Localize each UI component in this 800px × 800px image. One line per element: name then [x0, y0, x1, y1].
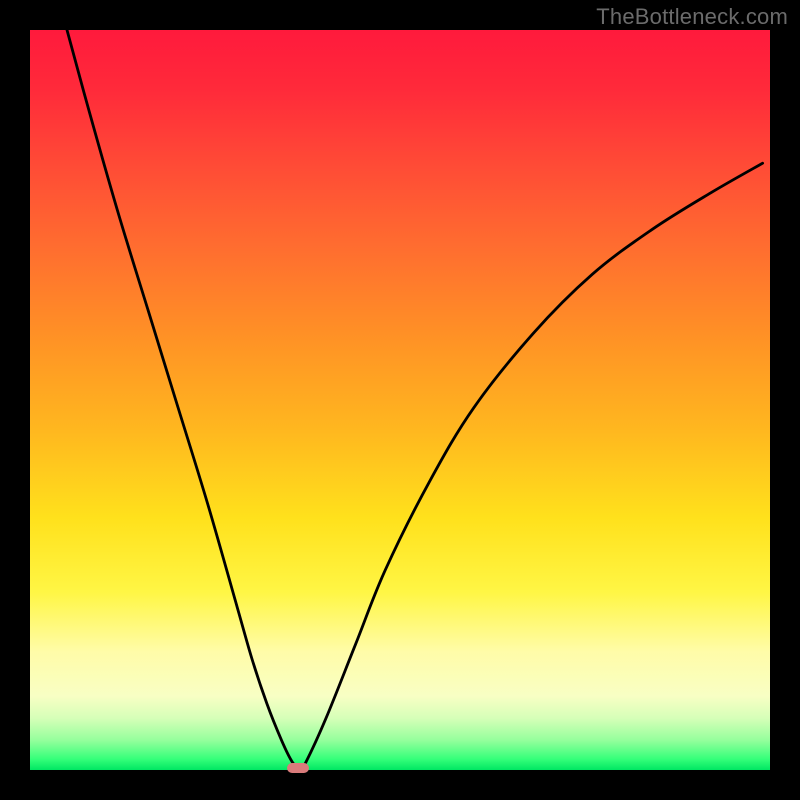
chart-curve-layer	[30, 30, 770, 770]
bottleneck-curve	[67, 30, 763, 770]
minimum-marker	[287, 763, 309, 773]
chart-frame	[30, 30, 770, 770]
watermark-text: TheBottleneck.com	[596, 4, 788, 30]
